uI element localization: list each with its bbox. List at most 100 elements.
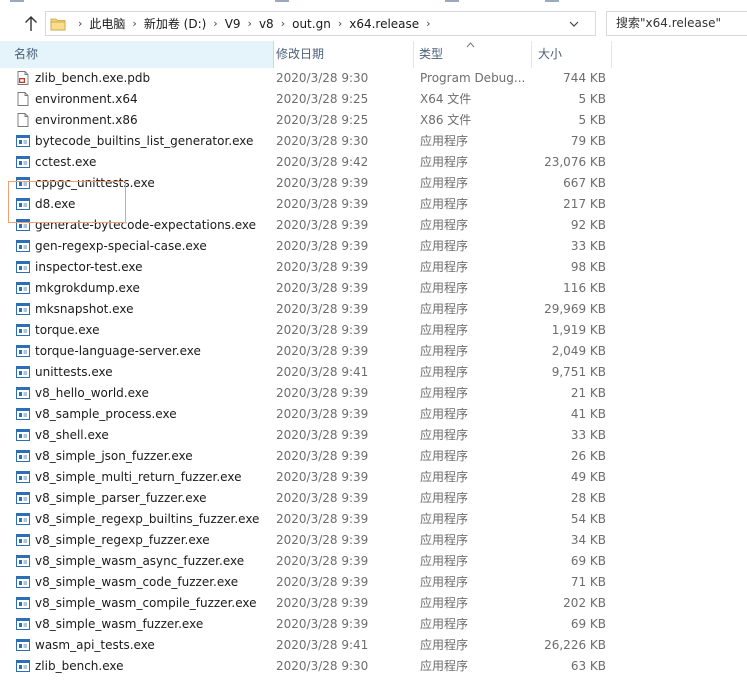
file-name: torque.exe [35,323,100,337]
file-row[interactable]: v8_shell.exe 2020/3/28 9:39 应用程序 33 KB [0,425,747,446]
file-type: 应用程序 [420,302,469,316]
file-list: zlib_bench.exe.pdb 2020/3/28 9:30 Program … [0,68,747,677]
file-name: v8_simple_wasm_compile_fuzzer.exe [35,596,257,610]
file-row[interactable]: gen-regexp-special-case.exe 2020/3/28 9:3… [0,236,747,257]
file-size: 9,751 KB [551,365,606,379]
file-name: v8_simple_wasm_fuzzer.exe [35,617,204,631]
column-header-size[interactable]: 大小 [532,41,612,68]
search-box[interactable] [606,11,747,36]
file-row[interactable]: environment.x86 2020/3/28 9:25 X86 文件 5 KB [0,110,747,131]
breadcrumb-separator-icon[interactable]: › [213,17,217,30]
file-name: v8_simple_parser_fuzzer.exe [35,491,207,505]
breadcrumb-item[interactable]: x64.release [349,17,419,31]
exe-icon [16,260,30,274]
breadcrumb-separator-icon[interactable]: › [132,17,136,30]
file-row[interactable]: inspector-test.exe 2020/3/28 9:39 应用程序 98 K… [0,257,747,278]
breadcrumb-separator-icon[interactable]: › [338,17,342,30]
file-row[interactable]: v8_simple_wasm_compile_fuzzer.exe 2020/3/… [0,593,747,614]
column-header-date[interactable]: 修改日期 [274,41,414,68]
breadcrumb-item[interactable]: 此电脑 [89,15,125,32]
blank-file-icon [16,113,30,127]
breadcrumb-separator-icon[interactable]: › [281,17,285,30]
exe-icon [16,344,30,358]
file-row[interactable]: zlib_bench.exe 2020/3/28 9:30 应用程序 63 KB [0,656,747,677]
file-row[interactable]: bytecode_builtins_list_generator.exe 2020… [0,131,747,152]
file-row[interactable]: mksnapshot.exe 2020/3/28 9:39 应用程序 29,969 K… [0,299,747,320]
file-row[interactable]: v8_sample_process.exe 2020/3/28 9:39 应用程序 4… [0,404,747,425]
breadcrumb-item[interactable]: V9 [225,17,241,31]
file-row[interactable]: v8_simple_wasm_async_fuzzer.exe 2020/3/28… [0,551,747,572]
toolbar-fragment [545,0,559,2]
file-name: d8.exe [35,197,76,211]
exe-icon [16,134,30,148]
toolbar-fragment [10,0,24,2]
exe-icon [16,470,30,484]
file-size: 217 KB [563,197,606,211]
search-input[interactable] [607,12,746,30]
file-name: mksnapshot.exe [35,302,134,316]
file-type: 应用程序 [420,596,469,610]
exe-icon [16,239,30,253]
up-arrow-button[interactable] [22,15,40,33]
file-row[interactable]: v8_simple_json_fuzzer.exe 2020/3/28 9:39 应… [0,446,747,467]
file-type: 应用程序 [420,197,469,211]
address-history-dropdown[interactable] [565,12,583,35]
file-row[interactable]: environment.x64 2020/3/28 9:25 X64 文件 5 KB [0,89,747,110]
file-size: 21 KB [570,386,606,400]
exe-icon [16,407,30,421]
file-date: 2020/3/28 9:39 [276,323,369,337]
file-date: 2020/3/28 9:41 [276,638,369,652]
file-row[interactable]: cctest.exe 2020/3/28 9:42 应用程序 23,076 KB [0,152,747,173]
file-size: 28 KB [570,491,606,505]
file-row[interactable]: v8_simple_multi_return_fuzzer.exe 2020/3/… [0,467,747,488]
file-size: 29,969 KB [544,302,606,316]
file-row[interactable]: v8_simple_regexp_builtins_fuzzer.exe 2020… [0,509,747,530]
file-row[interactable]: wasm_api_tests.exe 2020/3/28 9:41 应用程序 26,2… [0,635,747,656]
pdb-file-icon [16,71,30,85]
breadcrumb-separator-icon[interactable]: › [426,17,430,30]
file-row[interactable]: v8_simple_wasm_fuzzer.exe 2020/3/28 9:39 应… [0,614,747,635]
file-row[interactable]: cppgc_unittests.exe 2020/3/28 9:39 应用程序 667… [0,173,747,194]
file-size: 49 KB [570,470,606,484]
file-row[interactable]: d8.exe 2020/3/28 9:39 应用程序 217 KB [0,194,747,215]
file-type: 应用程序 [420,386,469,400]
address-bar[interactable]: › 此电脑 › 新加卷 (D:) › V9 › v8 › out.gn › x64.release › [45,11,636,36]
file-row[interactable]: generate-bytecode-expectations.exe 2020/3… [0,215,747,236]
breadcrumb-item[interactable]: out.gn [292,17,331,31]
file-type: 应用程序 [420,176,469,190]
file-size: 1,919 KB [551,323,606,337]
file-name: mkgrokdump.exe [35,281,140,295]
breadcrumb-separator-icon[interactable]: › [78,17,82,30]
folder-icon [50,18,66,31]
file-row[interactable]: zlib_bench.exe.pdb 2020/3/28 9:30 Program … [0,68,747,89]
file-size: 92 KB [570,218,606,232]
breadcrumb: › 此电脑 › 新加卷 (D:) › V9 › v8 › out.gn › x64.release › [71,12,438,35]
breadcrumb-item[interactable]: 新加卷 (D:) [144,15,206,32]
file-type: 应用程序 [420,218,469,232]
file-row[interactable]: v8_simple_regexp_fuzzer.exe 2020/3/28 9:3… [0,530,747,551]
breadcrumb-item[interactable]: v8 [259,17,274,31]
file-row[interactable]: torque-language-server.exe 2020/3/28 9:39… [0,341,747,362]
exe-icon [16,197,30,211]
file-row[interactable]: v8_hello_world.exe 2020/3/28 9:39 应用程序 21 K… [0,383,747,404]
file-date: 2020/3/28 9:39 [276,344,369,358]
file-name: torque-language-server.exe [35,344,201,358]
file-type: 应用程序 [420,134,469,148]
file-row[interactable]: v8_simple_parser_fuzzer.exe 2020/3/28 9:3… [0,488,747,509]
exe-icon [16,218,30,232]
breadcrumb-separator-icon[interactable]: › [248,17,252,30]
file-row[interactable]: v8_simple_wasm_code_fuzzer.exe 2020/3/28 … [0,572,747,593]
file-row[interactable]: mkgrokdump.exe 2020/3/28 9:39 应用程序 116 KB [0,278,747,299]
sort-ascending-icon [466,42,475,48]
file-name: gen-regexp-special-case.exe [35,239,207,253]
file-name: generate-bytecode-expectations.exe [35,218,257,232]
file-row[interactable]: unittests.exe 2020/3/28 9:41 应用程序 9,751 KB [0,362,747,383]
exe-icon [16,638,30,652]
file-date: 2020/3/28 9:39 [276,218,369,232]
file-name: zlib_bench.exe [35,659,124,673]
file-name: v8_simple_multi_return_fuzzer.exe [35,470,242,484]
file-row[interactable]: torque.exe 2020/3/28 9:39 应用程序 1,919 KB [0,320,747,341]
column-header-name[interactable]: 名称 [0,41,274,68]
toolbar-fragment [445,0,459,2]
file-name: cppgc_unittests.exe [35,176,155,190]
